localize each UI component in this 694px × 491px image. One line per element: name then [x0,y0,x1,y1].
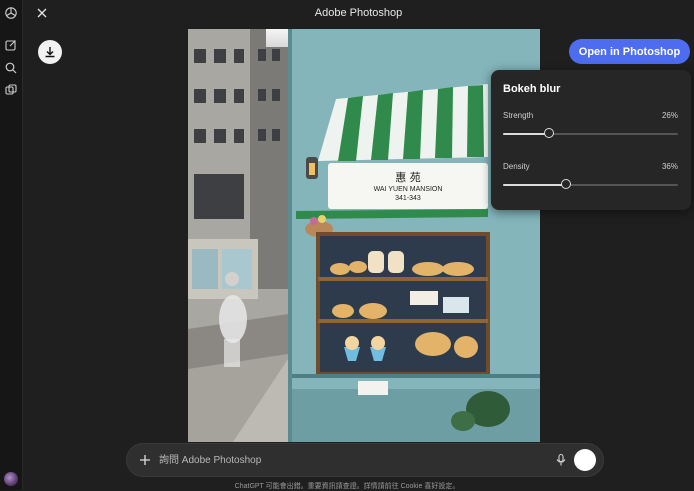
plus-icon[interactable] [138,453,152,467]
sign-number: 341-343 [395,195,421,202]
bokeh-blur-panel: Bokeh blur Strength 26% Density 36% [491,70,691,210]
open-in-photoshop-button[interactable]: Open in Photoshop [569,39,690,64]
message-composer [126,443,604,477]
strength-slider-fill [503,133,549,135]
close-icon[interactable] [35,6,49,20]
message-input[interactable] [159,453,539,467]
density-slider-fill [503,184,566,186]
search-icon[interactable] [4,61,18,75]
new-chat-icon[interactable] [4,38,18,52]
top-bar: Adobe Photoshop [23,0,694,28]
strength-value: 26% [661,111,678,120]
voice-mode-button[interactable] [574,449,596,471]
window-title: Adobe Photoshop [314,7,403,19]
sign-chinese: 惠 苑 [395,170,421,184]
edited-photo: 惠 苑 WAI YUEN MANSION 341-343 [188,29,540,442]
density-slider-thumb[interactable] [561,179,571,189]
strength-slider-thumb[interactable] [543,128,554,138]
density-label: Density [503,162,530,171]
chatgpt-logo-icon[interactable] [4,6,18,20]
density-slider[interactable] [503,179,678,189]
sign-english: WAI YUEN MANSION [374,186,443,193]
panel-title: Bokeh blur [503,83,561,95]
density-value: 36% [661,162,678,171]
library-icon[interactable] [4,83,18,97]
strength-slider[interactable] [503,128,678,138]
strength-label: Strength [503,111,534,120]
microphone-icon[interactable] [555,453,567,467]
download-icon [45,47,55,58]
sidebar [0,0,23,490]
download-button[interactable] [38,40,62,64]
